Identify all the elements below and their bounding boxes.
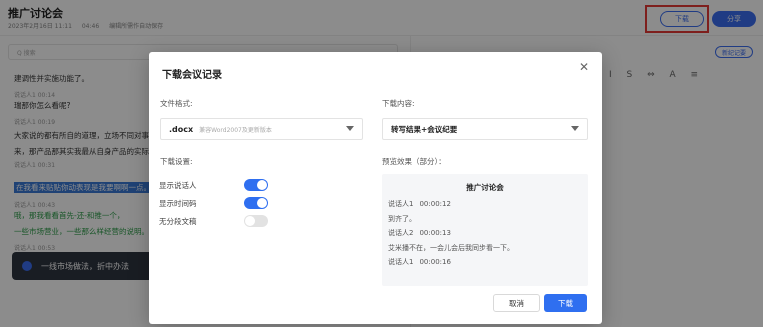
content-label: 下载内容: [382, 99, 415, 108]
preview-speaker: 说话人2 [388, 229, 414, 237]
setting-label: 显示说话人 [159, 181, 197, 190]
preview-label: 预览效果（部分）： [382, 157, 446, 166]
toggle-knob [245, 216, 255, 226]
chevron-down-icon [571, 126, 579, 131]
settings-label: 下载设置: [160, 157, 193, 166]
setting-label: 显示时间码 [159, 199, 197, 208]
preview-timecode: 00:00:12 [419, 200, 451, 208]
setting-label: 无分段文稿 [159, 217, 197, 226]
confirm-download-button[interactable]: 下载 [544, 294, 587, 312]
preview-timecode: 00:00:13 [419, 229, 451, 237]
preview-speaker-line: 说话人1 00:00:16 [388, 255, 582, 270]
close-icon[interactable]: ✕ [578, 61, 590, 73]
format-select[interactable]: .docx 兼容Word2007及更新版本 [160, 118, 363, 140]
format-hint: 兼容Word2007及更新版本 [199, 126, 272, 134]
download-dialog: 下载会议记录 ✕ 文件格式: .docx 兼容Word2007及更新版本 下载内… [149, 52, 602, 324]
preview-timecode: 00:00:16 [419, 258, 451, 266]
setting-toggle[interactable] [244, 179, 268, 191]
dialog-title: 下载会议记录 [162, 70, 222, 81]
chevron-down-icon [346, 126, 354, 131]
preview-text-line: 艾米播不在，一会儿会后我同步看一下。 [388, 243, 514, 252]
toggle-knob [257, 180, 267, 190]
preview-box: 推广讨论会 说话人1 00:00:12 到齐了。 说话人2 00:00:13 艾米播不在，… [382, 174, 588, 286]
setting-toggle[interactable] [244, 215, 268, 227]
content-value: 转写结果+会议纪要 [391, 124, 458, 134]
preview-speaker: 说话人1 [388, 258, 414, 266]
preview-speaker-line: 说话人1 00:00:12 [388, 197, 582, 212]
preview-speaker-line: 说话人2 00:00:13 [388, 226, 582, 241]
cancel-button[interactable]: 取消 [493, 294, 540, 312]
content-select[interactable]: 转写结果+会议纪要 [382, 118, 588, 140]
preview-text-line: 到齐了。 [388, 214, 416, 223]
preview-speaker: 说话人1 [388, 200, 414, 208]
preview-title: 推广讨论会 [466, 183, 504, 192]
setting-toggle[interactable] [244, 197, 268, 209]
toggle-knob [257, 198, 267, 208]
preview-lines: 说话人1 00:00:12 到齐了。 说话人2 00:00:13 艾米播不在，一会儿会后我… [388, 197, 582, 270]
format-label: 文件格式: [160, 99, 193, 108]
format-value: .docx [169, 124, 194, 134]
